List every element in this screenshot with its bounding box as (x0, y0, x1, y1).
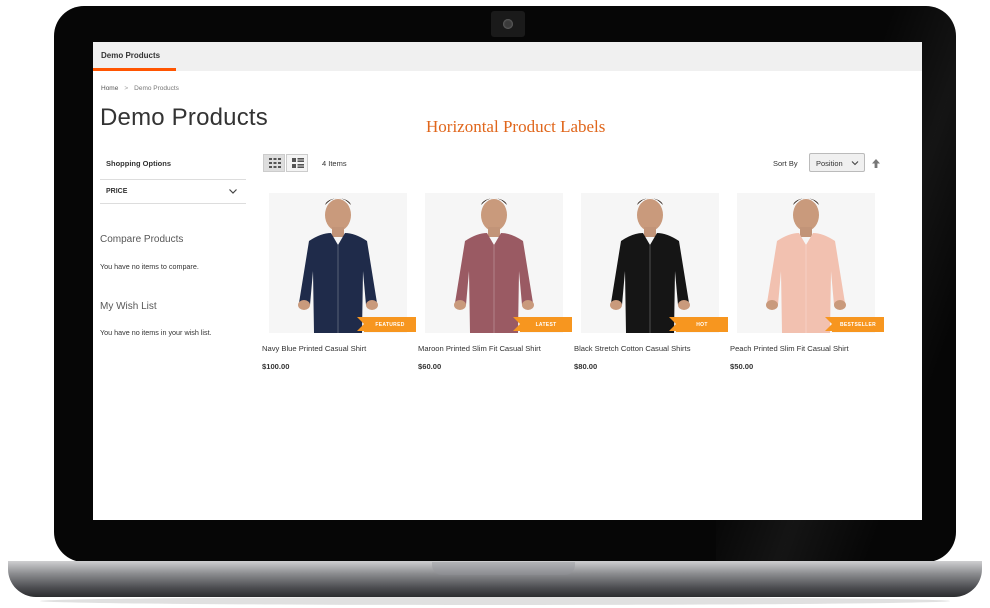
page-title: Demo Products (100, 104, 268, 131)
breadcrumb-current: Demo Products (134, 85, 179, 92)
sort-by-select[interactable]: Position (809, 153, 865, 172)
shirt-model-image (425, 193, 563, 333)
chevron-down-icon (229, 189, 237, 194)
shopping-options-heading: Shopping Options (106, 159, 171, 168)
price-filter-label: PRICE (106, 188, 128, 195)
shirt-model-image (737, 193, 875, 333)
product-price: $60.00 (418, 362, 442, 371)
product-label-badge: FEATURED (357, 317, 416, 332)
toolbar-item-count: 4 Items (322, 159, 347, 168)
compare-products-text: You have no items to compare. (100, 262, 199, 271)
sort-by-value: Position (816, 159, 843, 168)
product-image[interactable] (425, 193, 563, 333)
shirt-model-image (581, 193, 719, 333)
chevron-down-icon (851, 161, 859, 166)
product-item[interactable]: FEATURED Navy Blue Printed Casual Shirt … (262, 193, 416, 383)
webcam-icon (491, 11, 525, 37)
product-price: $80.00 (574, 362, 598, 371)
product-name-link[interactable]: Navy Blue Printed Casual Shirt (262, 344, 422, 353)
banner-title: Horizontal Product Labels (426, 117, 606, 136)
product-image[interactable] (269, 193, 407, 333)
product-image[interactable] (581, 193, 719, 333)
product-label-badge: LATEST (513, 317, 572, 332)
breadcrumb-separator: > (124, 85, 129, 92)
arrow-up-icon[interactable] (871, 158, 881, 169)
product-item[interactable]: LATEST Maroon Printed Slim Fit Casual Sh… (418, 193, 572, 383)
product-image[interactable] (737, 193, 875, 333)
product-name-link[interactable]: Maroon Printed Slim Fit Casual Shirt (418, 344, 578, 353)
product-label-badge: BESTSELLER (825, 317, 884, 332)
breadcrumb: Home > Demo Products (101, 85, 179, 92)
product-name-link[interactable]: Peach Printed Slim Fit Casual Shirt (730, 344, 890, 353)
shirt-model-image (269, 193, 407, 333)
product-name-link[interactable]: Black Stretch Cotton Casual Shirts (574, 344, 734, 353)
wishlist-title: My Wish List (100, 301, 157, 312)
top-navigation: Demo Products (93, 42, 922, 71)
laptop-notch (432, 562, 575, 575)
product-price: $50.00 (730, 362, 754, 371)
grid-view-button[interactable] (263, 154, 285, 172)
breadcrumb-home-link[interactable]: Home (101, 85, 118, 92)
product-price: $100.00 (262, 362, 290, 371)
price-filter[interactable]: PRICE (100, 179, 246, 204)
product-item[interactable]: BESTSELLER Peach Printed Slim Fit Casual… (730, 193, 884, 383)
screen: Demo Products Home > Demo Products Demo Pr… (93, 42, 922, 520)
compare-products-title: Compare Products (100, 234, 184, 245)
list-view-button[interactable] (286, 154, 308, 172)
grid-view-icon (269, 158, 281, 168)
sort-by-label: Sort By (773, 159, 798, 168)
product-label-badge: HOT (669, 317, 728, 332)
product-item[interactable]: HOT Black Stretch Cotton Casual Shirts $… (574, 193, 728, 383)
wishlist-text: You have no items in your wish list. (100, 328, 212, 337)
nav-item-demo-products[interactable]: Demo Products (93, 42, 176, 71)
laptop-shadow (40, 597, 950, 605)
list-view-icon (292, 158, 304, 168)
